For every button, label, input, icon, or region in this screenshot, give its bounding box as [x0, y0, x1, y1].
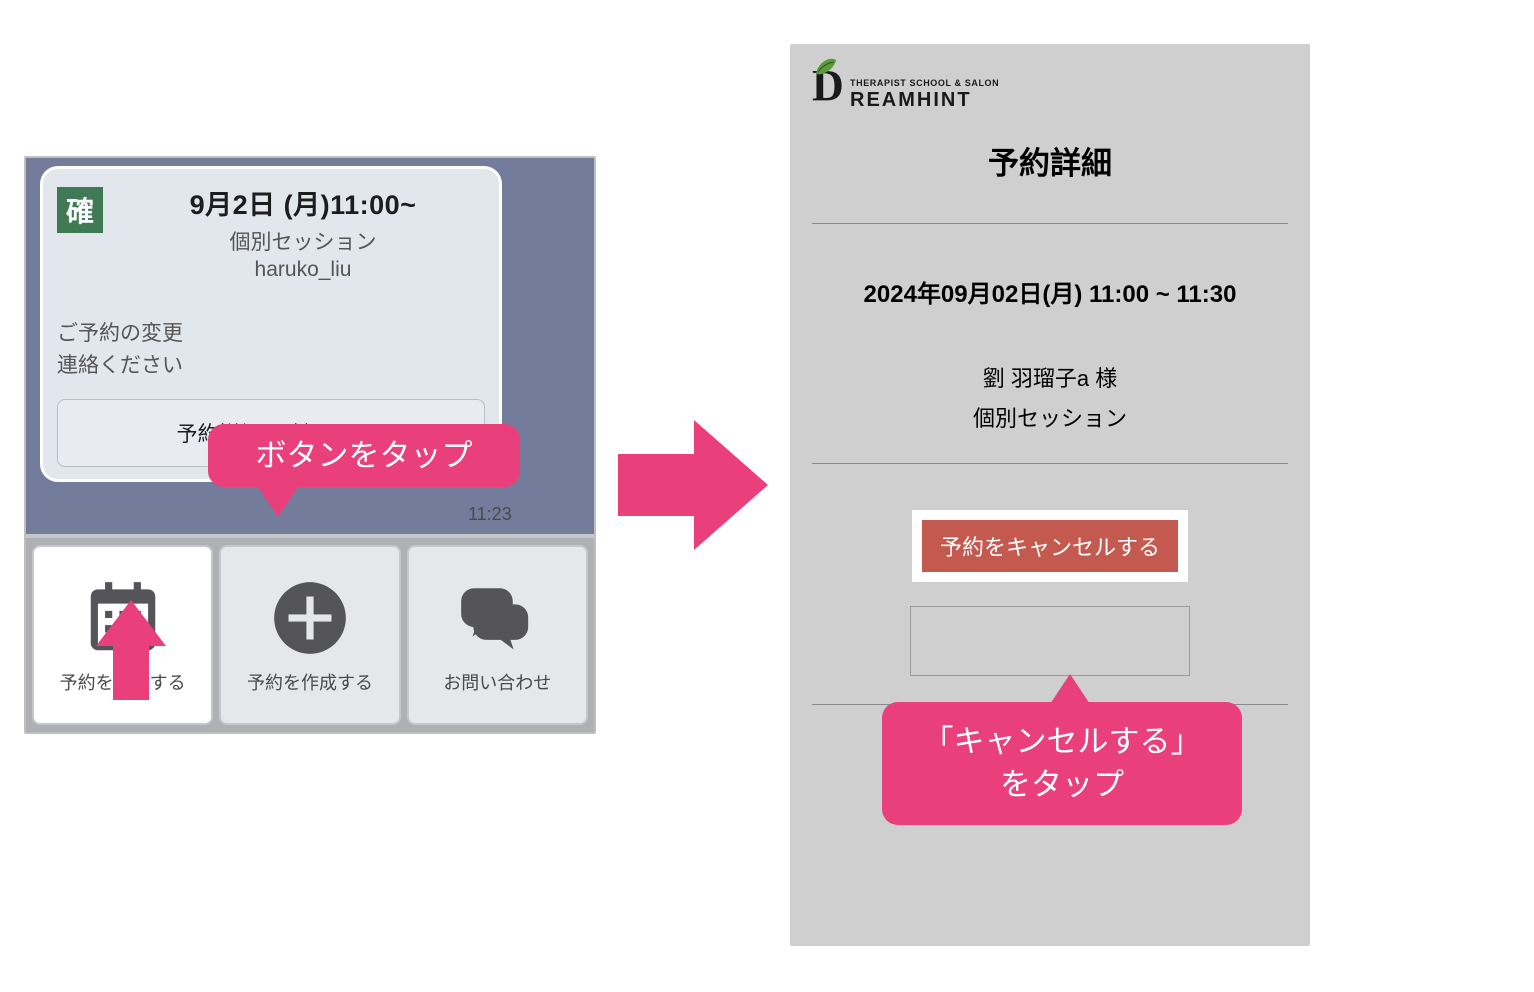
callout-tap-cancel: 「キャンセルする」 をタップ: [882, 702, 1242, 825]
leaf-icon: [814, 56, 838, 76]
nav-contact[interactable]: お問い合わせ: [407, 545, 588, 725]
chat-body-line2: 連絡ください: [57, 354, 183, 377]
chat-username: haruko_liu: [121, 258, 485, 282]
chat-body-text: ご予約の変更 連絡ください: [57, 318, 485, 381]
page-title: 予約詳細: [812, 138, 1288, 183]
logo-name: REAMHINT: [850, 89, 999, 112]
brand-logo: D THERAPIST SCHOOL & SALON REAMHINT: [812, 64, 1288, 116]
cancel-wrap: 予約をキャンセルする: [812, 510, 1288, 582]
chat-datetime: 9月2日 (月)11:00~: [121, 183, 485, 222]
logo-text-wrap: THERAPIST SCHOOL & SALON REAMHINT: [850, 78, 999, 112]
nav-label: 予約を作成する: [247, 669, 373, 695]
logo-tagline: THERAPIST SCHOOL & SALON: [850, 78, 999, 88]
callout-tail-icon: [258, 487, 298, 517]
reservation-customer: 劉 羽瑠子a 様: [812, 361, 1288, 393]
callout-text-line2: をタップ: [1000, 767, 1124, 802]
arrow-up-icon: [96, 600, 166, 700]
callout-text-line1: 「キャンセルする」: [923, 724, 1202, 759]
reservation-datetime: 2024年09月02日(月) 11:00 ~ 11:30: [812, 274, 1288, 309]
chat-title-block: 9月2日 (月)11:00~ 個別セッション haruko_liu: [121, 183, 485, 282]
secondary-box: [910, 606, 1190, 676]
chat-header: 確 9月2日 (月)11:00~ 個別セッション haruko_liu: [57, 183, 485, 282]
nav-create-reservation[interactable]: 予約を作成する: [219, 545, 400, 725]
chat-body-line1: ご予約の変更: [57, 322, 183, 345]
cancel-frame: 予約をキャンセルする: [912, 510, 1188, 582]
plus-circle-icon: [267, 575, 353, 661]
chat-icon: [454, 575, 540, 661]
cancel-reservation-button[interactable]: 予約をキャンセルする: [922, 520, 1178, 572]
message-timestamp: 11:23: [468, 504, 512, 525]
divider: [812, 463, 1288, 464]
callout-tap-button: ボタンをタップ: [208, 424, 520, 487]
reservation-session: 個別セッション: [812, 401, 1288, 433]
logo-d-wrap: D: [812, 64, 848, 116]
nav-label: お問い合わせ: [443, 669, 551, 695]
chat-service: 個別セッション: [121, 226, 485, 256]
callout-tail-icon: [1050, 674, 1090, 704]
confirm-badge-icon: 確: [57, 187, 103, 233]
reservation-detail-block: 2024年09月02日(月) 11:00 ~ 11:30 劉 羽瑠子a 様 個別…: [812, 224, 1288, 463]
callout-text: ボタンをタップ: [256, 438, 473, 473]
arrow-right-icon: [618, 420, 768, 550]
